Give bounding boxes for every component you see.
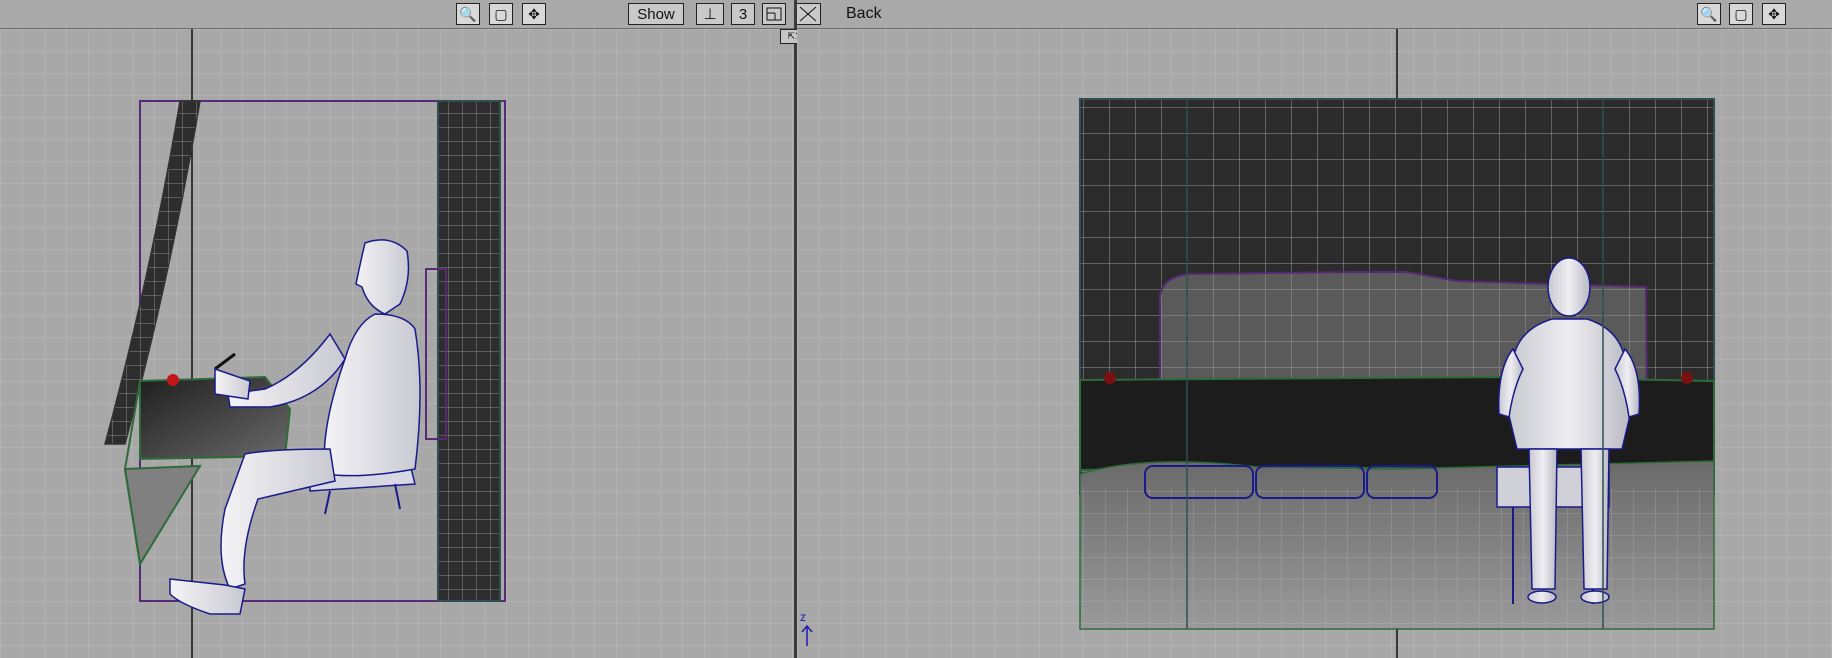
layout-number-button[interactable]: 3: [731, 3, 755, 25]
close-view-icon[interactable]: [795, 3, 821, 25]
show-button[interactable]: Show: [628, 3, 684, 25]
back-viewport[interactable]: [797, 29, 1832, 658]
side-viewport[interactable]: [0, 29, 794, 658]
z-axis-label: z: [800, 610, 806, 624]
layout-glyph: [766, 7, 782, 21]
back-view-canvas: [797, 29, 1832, 658]
pan-glyph: ✥: [528, 5, 540, 22]
ruler-icon[interactable]: ⊥: [696, 3, 724, 25]
close-glyph: [799, 6, 817, 22]
zoom-glyph: 🔍: [1700, 5, 1718, 22]
fit-view-glyph: ▢: [494, 5, 508, 22]
zoom-glyph: 🔍: [459, 5, 477, 22]
viewport-toolbar: 🔍 ▢ ✥ Show ⊥ 3 Back 🔍 ▢ ✥: [0, 0, 1832, 29]
fit-view-icon[interactable]: ▢: [1729, 3, 1753, 25]
pan-icon[interactable]: ✥: [1762, 3, 1786, 25]
side-view-canvas: [0, 29, 794, 658]
zoom-icon[interactable]: 🔍: [456, 3, 480, 25]
pan-glyph: ✥: [1768, 5, 1780, 22]
z-axis-indicator: z: [800, 610, 814, 646]
z-axis-arrow-icon: [801, 624, 813, 646]
wall-panel: [437, 100, 501, 602]
zoom-icon[interactable]: 🔍: [1697, 3, 1721, 25]
view-name-label: Back: [846, 5, 882, 22]
fit-view-glyph: ▢: [1734, 5, 1748, 22]
pan-icon[interactable]: ✥: [522, 3, 546, 25]
layout-icon[interactable]: [762, 3, 786, 25]
fit-view-icon[interactable]: ▢: [489, 3, 513, 25]
